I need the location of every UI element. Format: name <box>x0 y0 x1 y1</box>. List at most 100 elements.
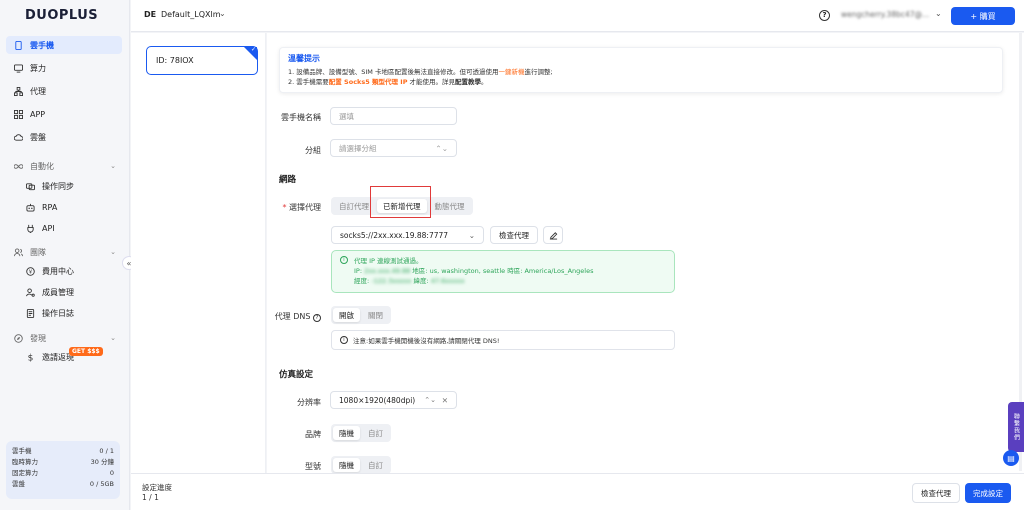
chevron-down-icon: ⌄ <box>110 334 116 342</box>
brand-custom-option[interactable]: 自訂 <box>362 426 389 440</box>
proxy-test-result: i 代理 IP 連線測試通過。 IP: 2xx.xxx.49.88 地區: us… <box>331 250 675 293</box>
sidebar-item-label: 成員管理 <box>42 287 74 297</box>
sidebar-item-compute[interactable]: 算力 <box>6 59 122 77</box>
sidebar-item-billing[interactable]: ¥ 費用中心 <box>6 262 122 280</box>
workspace-abbr: DE <box>144 10 157 19</box>
plug-icon <box>27 224 34 233</box>
tutorial-link[interactable]: 配置教學 <box>455 78 481 86</box>
sidebar-item-members[interactable]: 成員管理 <box>6 283 122 301</box>
tab-dynamic-proxy[interactable]: 動態代理 <box>429 199 471 213</box>
footer-bar: 設定進度 1 / 1 檢查代理 完成設定 <box>131 473 1024 510</box>
check-proxy-button[interactable]: 檢查代理 <box>490 226 538 244</box>
stat-label: 雲手機 <box>12 447 32 455</box>
group-label: 分組 <box>305 146 321 155</box>
grid-icon <box>14 109 23 119</box>
usage-stats: 雲手機 0 / 1 臨時算力 30 分鐘 固定算力 0 雲盤 0 / 5GB <box>6 441 120 499</box>
device-list: ID: 78IOX ✓ <box>131 33 266 473</box>
buy-button[interactable]: + 購買 <box>951 7 1015 25</box>
stat-row: 固定算力 0 <box>12 468 114 479</box>
chevron-down-icon[interactable]: ⌄ <box>935 9 942 18</box>
sidebar-item-label: 算力 <box>30 63 46 73</box>
region-value: us, washington, seattle <box>429 267 506 275</box>
sidebar-item-cloud-drive[interactable]: 雲盤 <box>6 128 122 146</box>
stat-value: 0 / 1 <box>99 447 114 455</box>
log-icon <box>26 308 35 318</box>
help-icon[interactable]: ? <box>819 10 830 21</box>
footer-check-proxy-button[interactable]: 檢查代理 <box>912 483 960 503</box>
sidebar-group-team[interactable]: 團隊 ⌄ <box>6 244 122 260</box>
model-random-option[interactable]: 隨機 <box>333 458 360 472</box>
clear-icon[interactable]: ✕ <box>442 396 448 405</box>
finish-button[interactable]: 完成設定 <box>965 483 1011 503</box>
edit-icon[interactable] <box>543 226 563 244</box>
resolution-select[interactable]: 1080×1920(480dpi) ✕ ⌃⌄ <box>330 391 457 409</box>
group-label: 團隊 <box>30 247 46 257</box>
info-icon: i <box>340 256 348 264</box>
svg-text:¥: ¥ <box>29 269 33 275</box>
name-input[interactable]: 選填 <box>330 107 457 125</box>
proxy-select[interactable]: socks5://2xx.xxx.19.88:7777 ⌄ <box>331 226 484 244</box>
tz-label: 時區: <box>507 267 523 275</box>
brand-random-option[interactable]: 隨機 <box>333 426 360 440</box>
sidebar-group-automation[interactable]: 自動化 ⌄ <box>6 158 122 174</box>
highlight-box <box>370 186 431 218</box>
sidebar-item-label: APP <box>30 109 46 119</box>
sidebar-item-proxy[interactable]: 代理 <box>6 82 122 100</box>
dns-label: 代理 DNS ? <box>251 311 321 322</box>
sidebar-item-logs[interactable]: 操作日誌 <box>6 304 122 322</box>
question-icon[interactable]: ? <box>313 314 321 322</box>
stat-label: 臨時算力 <box>12 458 38 466</box>
sidebar-item-rpa[interactable]: RPA <box>6 198 122 216</box>
notice-line-2: 2. 雲手機需要配置 Socks5 類型代理 IP 才能使用。詳見配置教學。 <box>288 77 994 87</box>
one-click-new-link[interactable]: 一鍵新機 <box>499 68 525 76</box>
model-custom-option[interactable]: 自訂 <box>362 458 389 472</box>
region-label: 地區: <box>412 267 428 275</box>
top-bar: DE Default_LQXlm ⌄ ? wengcherry.38bc47@.… <box>131 0 1024 32</box>
sidebar-item-app[interactable]: APP <box>6 105 122 123</box>
dns-on-option[interactable]: 開啟 <box>333 308 360 322</box>
progress-label: 設定進度 <box>142 483 172 492</box>
workspace-selector[interactable]: Default_LQXlm <box>161 10 220 19</box>
contact-us-tab[interactable]: 聯繫我們 <box>1008 402 1024 452</box>
proxy-label: * 選擇代理 <box>251 202 321 213</box>
dollar-icon: $ <box>28 353 34 361</box>
stat-value: 0 / 5GB <box>89 480 114 488</box>
stat-value: 0 <box>109 469 114 477</box>
tz-value: America/Los_Angeles <box>524 267 594 275</box>
sidebar-item-referral[interactable]: $ 邀請返現 <box>6 348 122 366</box>
dns-note: i 注意:如果雲手機開機後沒有網路,請關閉代理 DNS! <box>331 330 675 350</box>
dns-off-option[interactable]: 關閉 <box>362 308 389 322</box>
stat-row: 雲手機 0 / 1 <box>12 446 114 457</box>
user-account[interactable]: wengcherry.38bc47@... <box>841 10 929 19</box>
device-id: ID: 78IOX <box>156 56 194 65</box>
group-select[interactable]: 請選擇分組 ⌃⌄ <box>330 139 457 157</box>
proxy-result-coords: 經度: -122.3xxxxx 緯度: 47.6xxxxx <box>340 276 666 286</box>
sidebar-item-cloud-phone[interactable]: 雲手機 <box>6 36 122 54</box>
sidebar-item-sync[interactable]: 操作同步 <box>6 177 122 195</box>
chevron-down-icon: ⌄ <box>468 230 475 240</box>
proxy-label-text: 選擇代理 <box>289 203 321 212</box>
chevron-updown-icon: ⌃⌄ <box>424 396 436 404</box>
dns-toggle: 開啟 關閉 <box>331 306 391 324</box>
device-card[interactable]: ID: 78IOX ✓ <box>146 46 258 75</box>
chat-icon[interactable]: ▤ <box>1003 450 1019 466</box>
brand-toggle: 隨機 自訂 <box>331 424 391 442</box>
cloud-icon <box>14 133 23 141</box>
resolution-label: 分辨率 <box>297 398 321 407</box>
chevron-updown-icon: ⌃⌄ <box>435 143 448 153</box>
tab-custom-proxy[interactable]: 自訂代理 <box>333 199 375 213</box>
promo-badge: GET $$$ <box>69 347 103 356</box>
sidebar-item-api[interactable]: API <box>6 219 122 237</box>
app-logo[interactable]: DUOPLUS <box>25 8 98 23</box>
chevron-down-icon[interactable]: ⌄ <box>219 9 226 18</box>
compass-icon <box>14 333 23 343</box>
required-mark: * <box>282 203 287 212</box>
sidebar-item-label: 代理 <box>30 86 46 96</box>
chevron-down-icon: ⌄ <box>110 162 116 170</box>
proxy-result-title: 代理 IP 連線測試通過。 <box>354 257 423 265</box>
lng-label: 經度: <box>354 277 370 285</box>
sidebar-group-discover[interactable]: 發現 ⌄ <box>6 330 122 346</box>
dns-label-text: 代理 DNS <box>274 312 311 321</box>
proxy-result-details: IP: 2xx.xxx.49.88 地區: us, washington, se… <box>340 266 666 276</box>
notice-text: 才能使用。詳見 <box>407 78 456 86</box>
